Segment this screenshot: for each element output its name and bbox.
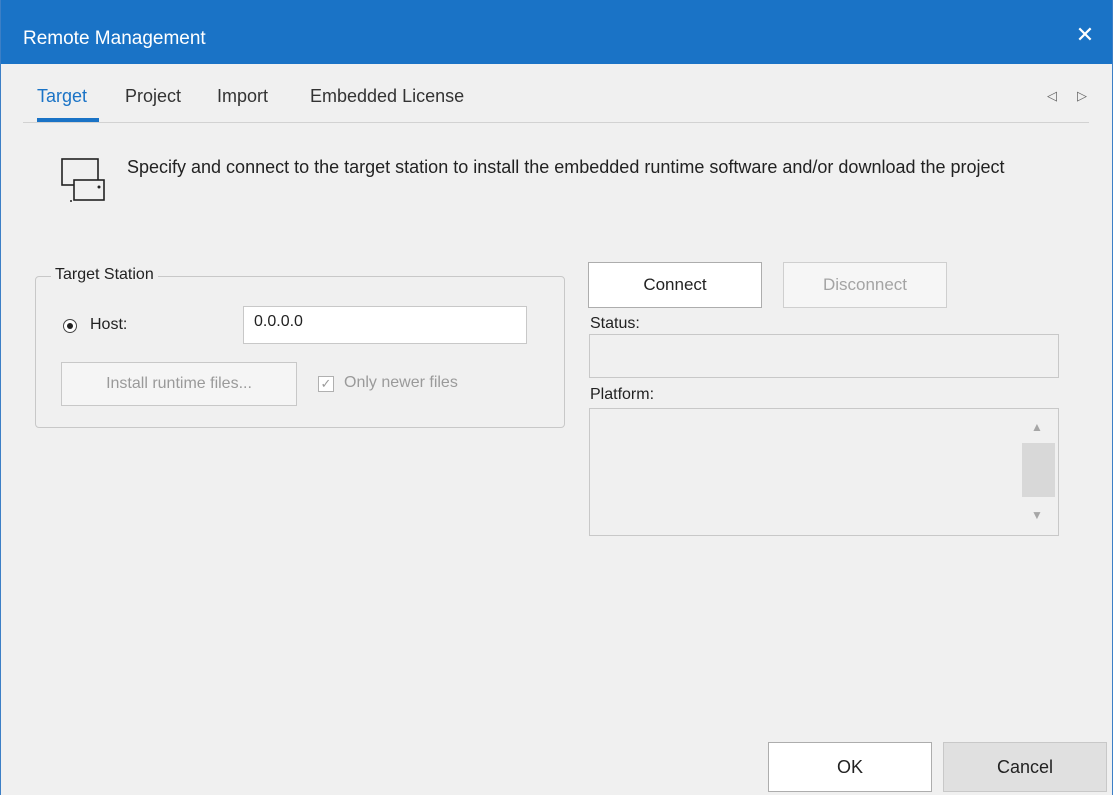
ok-button[interactable]: OK [768,742,932,792]
tab-project[interactable]: Project [125,86,181,107]
description-text: Specify and connect to the target statio… [127,157,1005,177]
install-runtime-files-button[interactable]: Install runtime files... [61,362,297,406]
close-button[interactable]: ✕ [1072,22,1098,48]
platform-label: Platform: [590,386,655,403]
tab-target[interactable]: Target [37,86,87,107]
only-newer-files-checkbox[interactable]: ✓ [318,376,334,392]
host-input[interactable]: 0.0.0.0 [243,306,527,344]
connect-button[interactable]: Connect [588,262,762,308]
host-radio-selected-dot [67,323,73,329]
tab-import[interactable]: Import [217,86,268,107]
host-label: Host: [90,316,128,333]
dialog-title: Remote Management [23,28,206,49]
scroll-up-arrow-icon[interactable]: ▲ [1031,420,1043,434]
target-station-legend: Target Station [51,266,158,284]
only-newer-files-label: Only newer files [344,374,458,391]
tab-scroll-left-icon[interactable]: ◁ [1047,88,1057,104]
title-bar: Remote Management ✕ [1,0,1112,64]
platform-field[interactable] [589,408,1059,536]
tab-divider [23,122,1089,123]
status-label: Status: [590,315,640,332]
cancel-button[interactable]: Cancel [943,742,1107,792]
scroll-down-arrow-icon[interactable]: ▼ [1031,508,1043,522]
target-station-icon [61,158,105,202]
host-radio[interactable] [63,319,77,333]
platform-scrollbar-thumb[interactable] [1022,443,1055,497]
tab-scroll-right-icon[interactable]: ▷ [1077,88,1087,104]
remote-management-dialog: Remote Management ✕ Target Project Impor… [0,0,1113,795]
tab-embedded-license[interactable]: Embedded License [310,86,464,107]
disconnect-button[interactable]: Disconnect [783,262,947,308]
status-field [589,334,1059,378]
